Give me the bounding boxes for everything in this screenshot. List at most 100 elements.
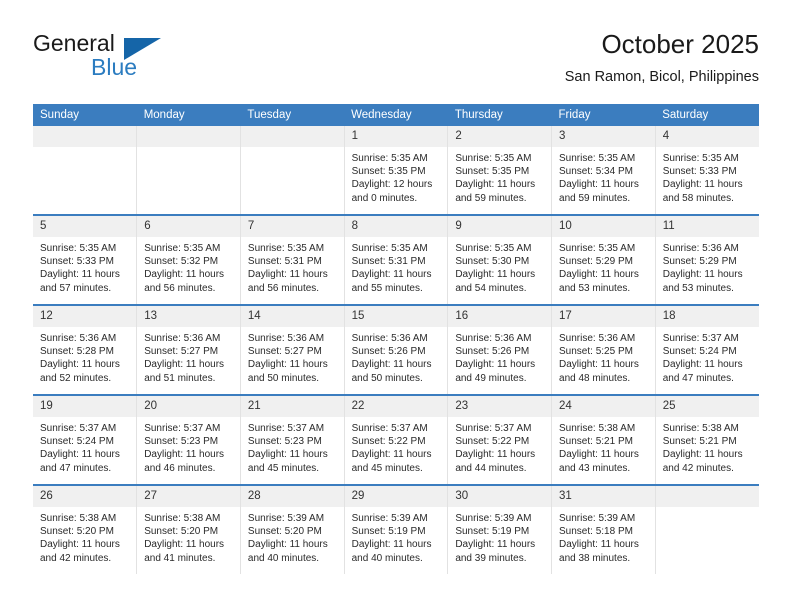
calendar-cell-day[interactable]: 19 Sunrise: 5:37 AM Sunset: 5:24 PM Dayligh… [33, 395, 138, 486]
daylight-text: Daylight: 11 hours and 38 minutes. [559, 539, 639, 564]
calendar-cell-day[interactable]: 5 Sunrise: 5:35 AM Sunset: 5:33 PM Daylight… [33, 215, 138, 306]
daylight-text: Daylight: 11 hours and 50 minutes. [247, 359, 328, 384]
calendar-cell-day[interactable]: 18 Sunrise: 5:37 AM Sunset: 5:24 PM Dayligh… [655, 305, 759, 396]
calendar-cell-empty [136, 126, 241, 216]
day-number: 13 [137, 306, 240, 327]
sunrise-text: Sunrise: 5:37 AM [40, 423, 117, 434]
day-details: Sunrise: 5:36 AM Sunset: 5:27 PM Daylight:… [241, 327, 344, 385]
daylight-text: Daylight: 11 hours and 56 minutes. [247, 269, 328, 294]
calendar-cell-inner: 29 Sunrise: 5:39 AM Sunset: 5:19 PM Dayligh… [344, 486, 448, 574]
calendar-cell-inner: 24 Sunrise: 5:38 AM Sunset: 5:21 PM Dayligh… [552, 396, 655, 484]
sunrise-text: Sunrise: 5:37 AM [144, 423, 221, 434]
calendar-cell-day[interactable]: 26 Sunrise: 5:38 AM Sunset: 5:20 PM Dayligh… [33, 485, 138, 574]
day-details: Sunrise: 5:35 AM Sunset: 5:35 PM Daylight:… [448, 147, 551, 205]
day-details: Sunrise: 5:37 AM Sunset: 5:24 PM Daylight:… [33, 417, 136, 475]
daylight-text: Daylight: 11 hours and 41 minutes. [144, 539, 225, 564]
sunset-text: Sunset: 5:34 PM [559, 166, 633, 178]
sunrise-text: Sunrise: 5:35 AM [559, 243, 636, 254]
calendar-cell-day[interactable]: 23 Sunrise: 5:37 AM Sunset: 5:22 PM Dayligh… [447, 395, 553, 486]
calendar-cell-inner: 2 Sunrise: 5:35 AM Sunset: 5:35 PM Daylight… [448, 126, 552, 214]
sunset-text: Sunset: 5:31 PM [247, 256, 322, 268]
calendar-cell-day[interactable]: 25 Sunrise: 5:38 AM Sunset: 5:21 PM Dayligh… [655, 395, 759, 486]
sunset-text: Sunset: 5:23 PM [144, 436, 219, 448]
sunrise-text: Sunrise: 5:35 AM [247, 243, 325, 254]
day-number: 10 [552, 216, 655, 237]
calendar-cell-inner: 20 Sunrise: 5:37 AM Sunset: 5:23 PM Dayligh… [137, 396, 240, 484]
calendar-cell-day[interactable]: 15 Sunrise: 5:36 AM Sunset: 5:26 PM Dayligh… [344, 305, 449, 396]
day-details: Sunrise: 5:35 AM Sunset: 5:31 PM Daylight:… [345, 237, 448, 295]
daylight-text: Daylight: 12 hours and 0 minutes. [351, 179, 433, 204]
calendar-cell-inner: 4 Sunrise: 5:35 AM Sunset: 5:33 PM Daylight… [655, 126, 759, 214]
brand-name-general: General [33, 30, 115, 56]
calendar-cell-day[interactable]: 9 Sunrise: 5:35 AM Sunset: 5:30 PM Daylight… [447, 215, 553, 306]
weekday-header-sunday: Sunday [33, 104, 137, 126]
day-number: 23 [448, 396, 552, 417]
calendar-cell-day[interactable]: 12 Sunrise: 5:36 AM Sunset: 5:28 PM Dayligh… [33, 305, 138, 396]
sunrise-text: Sunrise: 5:36 AM [351, 333, 428, 344]
day-number: 11 [655, 216, 759, 237]
calendar-cell-day[interactable]: 24 Sunrise: 5:38 AM Sunset: 5:21 PM Dayligh… [551, 395, 656, 486]
sunrise-text: Sunrise: 5:36 AM [40, 333, 117, 344]
calendar-cell-day[interactable]: 2 Sunrise: 5:35 AM Sunset: 5:35 PM Daylight… [447, 126, 553, 216]
day-number: 14 [240, 306, 344, 327]
brand-logo[interactable]: General Blue [33, 28, 223, 92]
calendar-page: General Blue October 2025 San Ramon, Bic… [0, 0, 792, 612]
sunrise-text: Sunrise: 5:35 AM [40, 243, 117, 254]
day-details: Sunrise: 5:36 AM Sunset: 5:28 PM Daylight:… [33, 327, 136, 385]
calendar-cell-inner: 10 Sunrise: 5:35 AM Sunset: 5:29 PM Dayligh… [552, 216, 655, 304]
day-details: Sunrise: 5:39 AM Sunset: 5:19 PM Daylight:… [448, 507, 551, 565]
calendar-cell-day[interactable]: 17 Sunrise: 5:36 AM Sunset: 5:25 PM Dayligh… [551, 305, 656, 396]
calendar-cell-inner: 17 Sunrise: 5:36 AM Sunset: 5:25 PM Dayligh… [552, 306, 655, 394]
sunset-text: Sunset: 5:21 PM [559, 436, 633, 448]
day-details: Sunrise: 5:37 AM Sunset: 5:22 PM Daylight:… [448, 417, 551, 475]
calendar-cell-day[interactable]: 31 Sunrise: 5:39 AM Sunset: 5:18 PM Dayligh… [551, 485, 656, 574]
sunset-text: Sunset: 5:29 PM [559, 256, 633, 268]
day-number: 4 [655, 126, 759, 147]
sunset-text: Sunset: 5:18 PM [559, 526, 633, 538]
day-details: Sunrise: 5:38 AM Sunset: 5:21 PM Daylight:… [552, 417, 655, 475]
sunrise-text: Sunrise: 5:37 AM [247, 423, 325, 434]
calendar-cell-day[interactable]: 14 Sunrise: 5:36 AM Sunset: 5:27 PM Dayligh… [240, 305, 345, 396]
daylight-text: Daylight: 11 hours and 59 minutes. [455, 179, 536, 204]
calendar-cell-day[interactable]: 7 Sunrise: 5:35 AM Sunset: 5:31 PM Daylight… [240, 215, 345, 306]
daylight-text: Daylight: 11 hours and 49 minutes. [455, 359, 536, 384]
calendar-week-row: 5 Sunrise: 5:35 AM Sunset: 5:33 PM Daylight… [33, 215, 759, 306]
calendar-cell-day[interactable]: 6 Sunrise: 5:35 AM Sunset: 5:32 PM Daylight… [136, 215, 241, 306]
sunset-text: Sunset: 5:20 PM [247, 526, 322, 538]
calendar-cell-day[interactable]: 11 Sunrise: 5:36 AM Sunset: 5:29 PM Dayligh… [655, 215, 759, 306]
calendar-cell-inner: 18 Sunrise: 5:37 AM Sunset: 5:24 PM Dayligh… [655, 306, 759, 394]
calendar-week-row: 12 Sunrise: 5:36 AM Sunset: 5:28 PM Dayligh… [33, 305, 759, 396]
daylight-text: Daylight: 11 hours and 42 minutes. [40, 539, 120, 564]
sunrise-text: Sunrise: 5:36 AM [144, 333, 221, 344]
calendar-cell-day[interactable]: 8 Sunrise: 5:35 AM Sunset: 5:31 PM Daylight… [344, 215, 449, 306]
sunset-text: Sunset: 5:28 PM [40, 346, 114, 358]
calendar-cell-day[interactable]: 20 Sunrise: 5:37 AM Sunset: 5:23 PM Dayligh… [136, 395, 241, 486]
calendar-cell-day[interactable]: 16 Sunrise: 5:36 AM Sunset: 5:26 PM Dayligh… [447, 305, 553, 396]
day-number: 29 [344, 486, 448, 507]
sunset-text: Sunset: 5:23 PM [247, 436, 322, 448]
calendar-cell-day[interactable]: 29 Sunrise: 5:39 AM Sunset: 5:19 PM Dayligh… [344, 485, 449, 574]
calendar-cell-day[interactable]: 3 Sunrise: 5:35 AM Sunset: 5:34 PM Daylight… [551, 126, 656, 216]
day-number: 30 [448, 486, 552, 507]
sunset-text: Sunset: 5:19 PM [455, 526, 530, 538]
calendar-cell-empty [33, 126, 138, 216]
daylight-text: Daylight: 11 hours and 56 minutes. [144, 269, 225, 294]
calendar-cell-day[interactable]: 4 Sunrise: 5:35 AM Sunset: 5:33 PM Daylight… [655, 126, 759, 216]
sunrise-text: Sunrise: 5:35 AM [662, 153, 739, 164]
calendar-cell-day[interactable]: 22 Sunrise: 5:37 AM Sunset: 5:22 PM Dayligh… [344, 395, 449, 486]
sunrise-text: Sunrise: 5:35 AM [144, 243, 221, 254]
calendar-cell-day[interactable]: 10 Sunrise: 5:35 AM Sunset: 5:29 PM Dayligh… [551, 215, 656, 306]
sunrise-text: Sunrise: 5:39 AM [559, 513, 636, 524]
calendar-cell-inner: 13 Sunrise: 5:36 AM Sunset: 5:27 PM Dayligh… [137, 306, 240, 394]
sunrise-text: Sunrise: 5:35 AM [559, 153, 636, 164]
sunset-text: Sunset: 5:35 PM [351, 166, 426, 178]
day-number: 31 [552, 486, 655, 507]
calendar-cell-day[interactable]: 28 Sunrise: 5:39 AM Sunset: 5:20 PM Dayligh… [240, 485, 345, 574]
calendar-cell-day[interactable]: 30 Sunrise: 5:39 AM Sunset: 5:19 PM Dayligh… [447, 485, 553, 574]
calendar-cell-day[interactable]: 21 Sunrise: 5:37 AM Sunset: 5:23 PM Dayligh… [240, 395, 345, 486]
calendar-cell-day[interactable]: 13 Sunrise: 5:36 AM Sunset: 5:27 PM Dayligh… [136, 305, 241, 396]
calendar-cell-day[interactable]: 1 Sunrise: 5:35 AM Sunset: 5:35 PM Daylight… [344, 126, 449, 216]
sunset-text: Sunset: 5:35 PM [455, 166, 530, 178]
calendar-cell-day[interactable]: 27 Sunrise: 5:38 AM Sunset: 5:20 PM Dayligh… [136, 485, 241, 574]
day-number: 19 [33, 396, 137, 417]
